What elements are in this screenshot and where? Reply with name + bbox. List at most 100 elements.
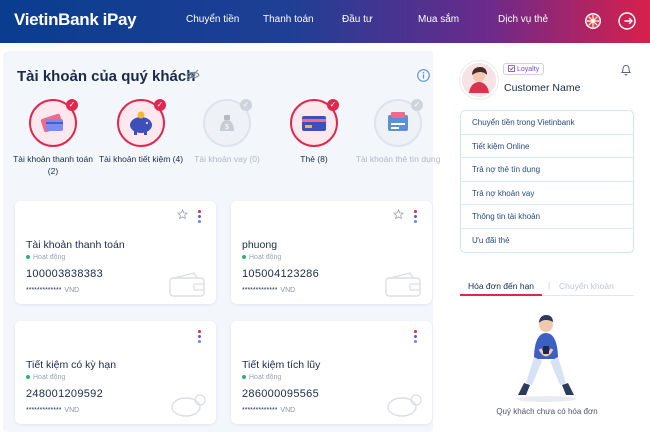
- account-type-circle: ✓: [29, 99, 78, 147]
- favorite-star-icon[interactable]: [393, 209, 404, 220]
- info-icon[interactable]: [417, 69, 430, 82]
- status-text: Hoạt động: [249, 374, 282, 381]
- account-type-credit[interactable]: ✓ Tài khoản thẻ tín dụng: [353, 99, 443, 165]
- loyalty-icon: [508, 65, 515, 72]
- status-text: Hoạt động: [249, 254, 282, 261]
- account-type-loan[interactable]: ✓ $ Tài khoản vay (0): [182, 99, 272, 165]
- account-type-label: Tài khoản thẻ tín dụng: [355, 154, 441, 164]
- status-text: Hoạt động: [33, 374, 66, 381]
- account-card[interactable]: Tiết kiệm có kỳ hạn Hoạt động 2480012095…: [15, 321, 216, 424]
- balance-hidden: *************: [242, 407, 278, 414]
- account-name: Tiết kiệm tích lũy: [242, 359, 321, 371]
- account-card[interactable]: Tiết kiệm tích lũy Hoạt động 28600009556…: [231, 321, 432, 424]
- nav-thanh-toan[interactable]: Thanh toán: [263, 14, 314, 25]
- account-status: Hoạt động: [26, 254, 65, 261]
- hide-balance-eye-icon[interactable]: [186, 69, 200, 81]
- check-icon: ✓: [411, 99, 423, 111]
- favorite-star-icon[interactable]: [177, 209, 188, 220]
- svg-text:$: $: [225, 124, 229, 131]
- language-flag-icon[interactable]: [584, 12, 602, 30]
- menu-item-loan-payment[interactable]: Trả nợ khoản vay: [461, 182, 633, 205]
- quick-actions-menu: Chuyển tiền trong Vietinbank Tiết kiệm O…: [460, 110, 634, 253]
- account-type-label: Tài khoản vay (0): [194, 154, 260, 164]
- accounts-panel: Tài khoản của quý khách ✓ Tài khoản than…: [3, 51, 440, 432]
- menu-item-online-savings[interactable]: Tiết kiệm Online: [461, 135, 633, 158]
- currency: VND: [280, 287, 296, 294]
- menu-item-transfer[interactable]: Chuyển tiền trong Vietinbank: [461, 111, 633, 135]
- account-name: Tiết kiệm có kỳ hạn: [26, 359, 117, 371]
- account-name: Tài khoản thanh toán: [26, 239, 125, 251]
- bill-tabs: Hóa đơn đến hạn | Chuyển khoản: [460, 278, 634, 296]
- account-number: 248001209592: [26, 388, 104, 400]
- account-status: Hoạt động: [242, 254, 281, 261]
- balance-hidden: *************: [26, 407, 62, 414]
- piggy-watermark-icon: [387, 394, 422, 417]
- account-type-label: Tài khoản thanh toán (2): [13, 154, 93, 176]
- nav-mua-sam[interactable]: Mua sắm: [418, 14, 459, 25]
- piggy-watermark-icon: [171, 394, 206, 417]
- account-number: 100003838383: [26, 268, 104, 280]
- account-balance: ************* VND: [242, 407, 295, 414]
- account-type-savings[interactable]: ✓ Tài khoản tiết kiệm (4): [96, 99, 186, 165]
- balance-hidden: *************: [242, 287, 278, 294]
- menu-item-card-offers[interactable]: Ưu đãi thẻ: [461, 229, 633, 253]
- notification-bell-icon[interactable]: [620, 63, 632, 76]
- status-dot: [242, 255, 246, 260]
- account-type-circle: ✓: [290, 99, 339, 147]
- wallet-watermark-icon: [385, 272, 421, 297]
- account-type-card[interactable]: ✓ Thẻ (8): [269, 99, 359, 165]
- currency: VND: [280, 407, 296, 414]
- account-type-label: Thẻ (8): [300, 154, 328, 164]
- account-card[interactable]: Tài khoản thanh toán Hoạt động 100003838…: [15, 201, 216, 304]
- account-balance: ************* VND: [26, 407, 79, 414]
- account-status: Hoạt động: [26, 374, 65, 381]
- status-dot: [242, 375, 246, 380]
- check-icon: ✓: [327, 99, 339, 111]
- status-text: Hoạt động: [33, 254, 66, 261]
- menu-item-account-info[interactable]: Thông tin tài khoản: [461, 205, 633, 229]
- account-balance: ************* VND: [26, 287, 79, 294]
- account-status: Hoạt động: [242, 374, 281, 381]
- account-balance: ************* VND: [242, 287, 295, 294]
- nav-dau-tu[interactable]: Đầu tư: [342, 14, 373, 25]
- account-card[interactable]: phuong Hoạt động 105004123286 **********…: [231, 201, 432, 304]
- wallet-watermark-icon: [169, 272, 205, 297]
- main-nav: Chuyển tiền Thanh toán Đầu tư Mua sắm Dị…: [0, 14, 650, 30]
- more-options-icon[interactable]: [414, 330, 418, 345]
- user-avatar-icon: [462, 63, 496, 97]
- account-name: phuong: [242, 239, 278, 251]
- loyalty-badge[interactable]: Loyalty: [503, 63, 545, 75]
- account-type-circle: ✓: [117, 99, 166, 147]
- account-number: 105004123286: [242, 268, 320, 280]
- customer-name: Customer Name: [504, 82, 581, 94]
- currency: VND: [64, 287, 80, 294]
- tab-due-bills[interactable]: Hóa đơn đến hạn: [460, 281, 542, 296]
- currency: VND: [64, 407, 80, 414]
- check-icon: ✓: [154, 99, 166, 111]
- account-type-label: Tài khoản tiết kiệm (4): [98, 154, 184, 164]
- more-options-icon[interactable]: [198, 210, 202, 225]
- tab-transfers[interactable]: Chuyển khoản: [559, 281, 614, 291]
- more-options-icon[interactable]: [198, 330, 202, 345]
- check-icon: ✓: [240, 99, 252, 111]
- account-number: 286000095565: [242, 388, 320, 400]
- right-sidebar: Loyalty Customer Name Chuyển tiền trong …: [446, 51, 642, 432]
- account-type-checking[interactable]: ✓ Tài khoản thanh toán (2): [8, 99, 98, 177]
- empty-bills-message: Quý khách chưa có hóa đơn: [496, 407, 598, 416]
- status-dot: [26, 255, 30, 260]
- logout-icon[interactable]: [618, 12, 636, 30]
- empty-state-illustration: [516, 315, 576, 402]
- tab-separator: |: [548, 281, 551, 290]
- more-options-icon[interactable]: [414, 210, 418, 225]
- menu-item-credit-card-payment[interactable]: Trả nợ thẻ tín dụng: [461, 158, 633, 182]
- top-header: VietinBank iPay Chuyển tiền Thanh toán Đầ…: [0, 0, 650, 43]
- account-type-circle: ✓: [374, 99, 423, 147]
- check-icon: ✓: [66, 99, 78, 111]
- nav-dich-vu-the[interactable]: Dịch vụ thẻ: [498, 14, 548, 25]
- nav-chuyen-tien[interactable]: Chuyển tiền: [186, 14, 239, 25]
- avatar[interactable]: [460, 61, 498, 99]
- account-type-circle: ✓ $: [203, 99, 252, 147]
- loyalty-text: Loyalty: [516, 66, 540, 73]
- page-title: Tài khoản của quý khách: [17, 68, 196, 85]
- balance-hidden: *************: [26, 287, 62, 294]
